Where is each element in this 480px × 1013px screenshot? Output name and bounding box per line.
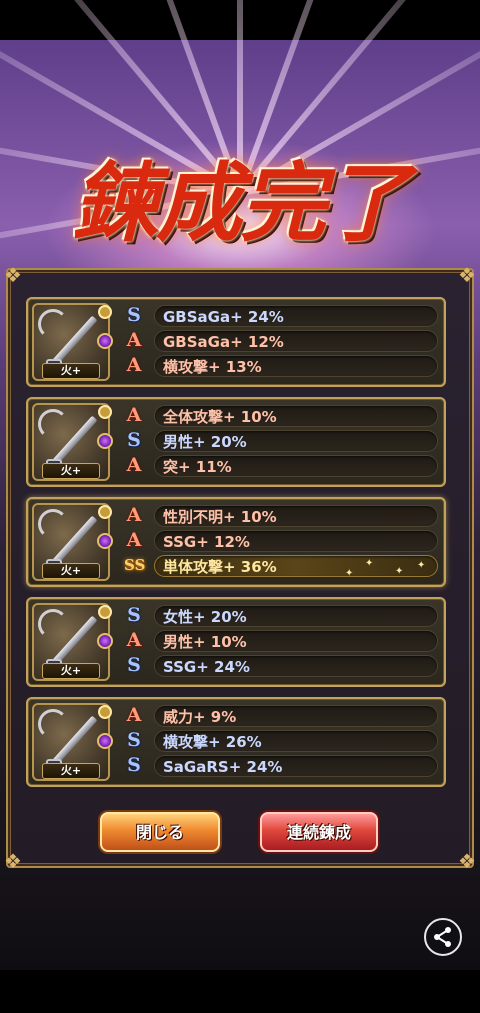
stat-row: SS 単体攻撃+ 36% ✦ ✦ ✦ ✦ [124,555,438,579]
element-badge: 火+ [42,663,100,679]
gold-gem-icon [98,505,112,519]
rank-a-icon: A [126,704,142,726]
stat-label: 威力+ 9% [163,708,237,726]
stat-bar: GBSaGa+ 24% [154,305,438,327]
stat-bar: 男性+ 10% [154,630,438,652]
result-card: 火+ S GBSaGa+ 24% A GBSaGa+ 12% A 横攻撃+ 13% [26,297,446,387]
stat-bar: SaGaRS+ 24% [154,755,438,777]
swirl-icon [38,609,68,639]
result-card: 火+ A 威力+ 9% S 横攻撃+ 26% S SaGaRS+ 24% [26,697,446,787]
purple-gem-icon [97,433,113,449]
stat-row: S SSG+ 24% [124,654,438,677]
result-card: 火+ A 全体攻撃+ 10% S 男性+ 20% A 突+ 11% [26,397,446,487]
element-badge: 火+ [42,763,100,779]
rank-s-icon: S [127,754,141,776]
stat-row: S 女性+ 20% [124,604,438,627]
stat-bar: 性別不明+ 10% [154,505,438,527]
stat-label: GBSaGa+ 12% [163,333,284,351]
gold-gem-icon [98,405,112,419]
stat-bar: 横攻撃+ 26% [154,730,438,752]
stat-label: 単体攻撃+ 36% [163,558,277,576]
stat-label: 横攻撃+ 26% [163,733,262,751]
stat-bar: 女性+ 20% [154,605,438,627]
stat-row: A 威力+ 9% [124,704,438,727]
sparkle-icon: ✦ [365,558,374,569]
stat-bar: 単体攻撃+ 36% ✦ ✦ ✦ ✦ [154,555,438,579]
rank-s-icon: S [127,604,141,626]
result-card: 火+ S 女性+ 20% A 男性+ 10% S SSG+ 24% [26,597,446,687]
rank-s-icon: S [127,654,141,676]
nav-bar [0,970,480,1013]
gold-gem-icon [98,605,112,619]
continuous-refine-button[interactable]: 連続鍊成 [260,812,378,852]
stat-bar: GBSaGa+ 12% [154,330,438,352]
purple-gem-icon [97,633,113,649]
share-icon [434,927,451,947]
corner-ornament-icon: ❖ [458,849,476,873]
stat-row: A 性別不明+ 10% [124,504,438,527]
rank-a-icon: A [126,329,142,351]
stat-row: A 突+ 11% [124,454,438,477]
stat-label: SSG+ 24% [163,658,250,676]
stat-label: 男性+ 10% [163,633,247,651]
rank-a-icon: A [126,529,142,551]
purple-gem-icon [97,333,113,349]
stat-label: GBSaGa+ 24% [163,308,284,326]
stat-label: 性別不明+ 10% [163,508,277,526]
sparkle-icon: ✦ [395,566,404,577]
stat-label: SSG+ 12% [163,533,250,551]
swirl-icon [38,309,68,339]
stat-row: A SSG+ 12% [124,529,438,552]
stat-row: A 全体攻撃+ 10% [124,404,438,427]
stat-label: 横攻撃+ 13% [163,358,262,376]
stat-bar: SSG+ 24% [154,655,438,677]
stat-bar: 男性+ 20% [154,430,438,452]
close-button[interactable]: 閉じる [100,812,220,852]
rank-a-icon: A [126,354,142,376]
element-badge: 火+ [42,463,100,479]
stat-row: A 男性+ 10% [124,629,438,652]
corner-ornament-icon: ❖ [458,263,476,287]
purple-gem-icon [97,533,113,549]
sparkle-icon: ✦ [417,560,426,571]
element-badge: 火+ [42,363,100,379]
rank-a-icon: A [126,454,142,476]
stat-label: 男性+ 20% [163,433,247,451]
result-card: 火+ A 性別不明+ 10% A SSG+ 12% SS 単体攻撃+ 36% ✦ ✦ ✦ ✦ [26,497,446,587]
swirl-icon [38,509,68,539]
stat-bar: 突+ 11% [154,455,438,477]
swirl-icon [38,709,68,739]
rank-ss-icon: SS [124,556,146,574]
purple-gem-icon [97,733,113,749]
stat-label: 全体攻撃+ 10% [163,408,277,426]
stat-label: 突+ 11% [163,458,232,476]
stat-row: A GBSaGa+ 12% [124,329,438,352]
stat-bar: 全体攻撃+ 10% [154,405,438,427]
stat-bar: 威力+ 9% [154,705,438,727]
stat-row: S SaGaRS+ 24% [124,754,438,777]
sparkle-icon: ✦ [345,568,354,579]
rank-a-icon: A [126,504,142,526]
stat-row: A 横攻撃+ 13% [124,354,438,377]
rank-a-icon: A [126,629,142,651]
rank-a-icon: A [126,404,142,426]
stat-row: S 横攻撃+ 26% [124,729,438,752]
page-title: 鍊成完了 [72,152,410,254]
corner-ornament-icon: ❖ [4,263,22,287]
stat-bar: 横攻撃+ 13% [154,355,438,377]
stat-bar: SSG+ 12% [154,530,438,552]
gold-gem-icon [98,305,112,319]
swirl-icon [38,409,68,439]
stat-label: 女性+ 20% [163,608,247,626]
share-button[interactable] [424,918,462,956]
element-badge: 火+ [42,563,100,579]
rank-s-icon: S [127,429,141,451]
rank-s-icon: S [127,729,141,751]
gold-gem-icon [98,705,112,719]
stat-row: S 男性+ 20% [124,429,438,452]
stat-row: S GBSaGa+ 24% [124,304,438,327]
stat-label: SaGaRS+ 24% [163,758,283,776]
corner-ornament-icon: ❖ [4,849,22,873]
rank-s-icon: S [127,304,141,326]
